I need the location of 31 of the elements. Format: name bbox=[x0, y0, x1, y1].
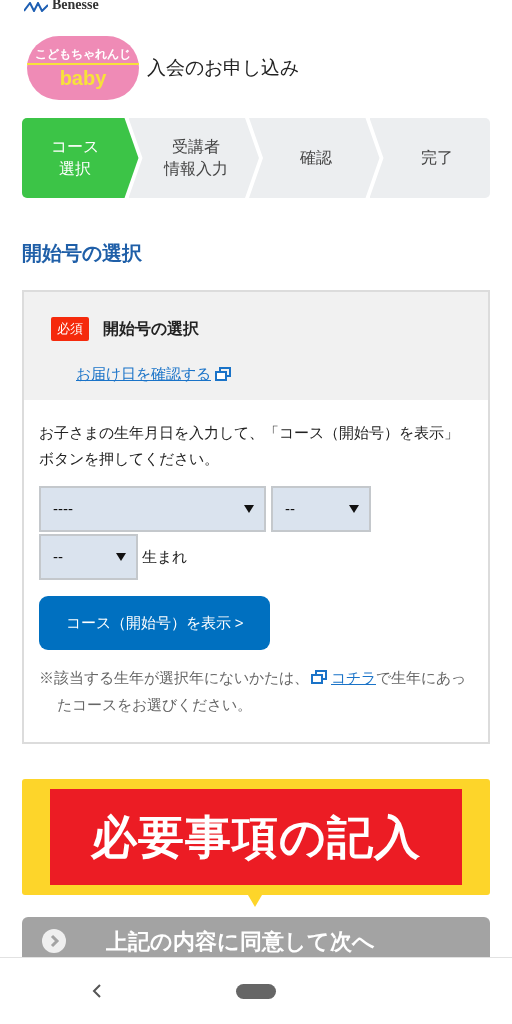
select-field[interactable]: -- bbox=[271, 486, 371, 532]
step-label: 選択 bbox=[59, 159, 92, 179]
step-label: 情報入力 bbox=[163, 159, 228, 179]
select-field[interactable]: -- bbox=[39, 534, 138, 580]
caret-icon bbox=[244, 504, 254, 514]
select-field[interactable]: ---- bbox=[39, 486, 266, 532]
step-label: 完了 bbox=[420, 148, 453, 168]
born-label: 生まれ bbox=[142, 546, 187, 567]
step-label: 受講者 bbox=[171, 137, 220, 157]
caret-icon bbox=[116, 552, 126, 562]
step-label: 確認 bbox=[300, 148, 333, 168]
delivery-date-link[interactable]: お届け日を確認する bbox=[76, 363, 211, 386]
field-title: 開始号の選択 bbox=[103, 319, 199, 339]
show-course-button[interactable]: コース（開始号）を表示 > bbox=[39, 596, 270, 650]
here-link[interactable]: コチラ bbox=[331, 669, 376, 686]
logo-subtitle: こどもちゃれんじ bbox=[35, 47, 131, 61]
logo-wordmark: baby bbox=[59, 67, 107, 89]
page-title: 入会のお申し込み bbox=[147, 55, 299, 80]
home-handle[interactable] bbox=[236, 983, 276, 999]
caret-icon bbox=[349, 504, 359, 514]
external-link-icon bbox=[215, 367, 231, 382]
back-icon[interactable] bbox=[92, 983, 102, 999]
external-link-icon bbox=[311, 670, 327, 684]
step-label: コース bbox=[51, 137, 100, 157]
instruction-text: お子さまの生年月日を入力して、「コース（開始号）を表示」ボタンを押してください。 bbox=[39, 423, 460, 469]
required-badge: 必須 bbox=[51, 317, 89, 341]
corporate-logo: Benesse bbox=[24, 0, 512, 14]
arrow-circle-icon bbox=[42, 929, 66, 953]
banner-text: 必要事項の記入 bbox=[91, 809, 421, 865]
section-heading: 開始号の選択 bbox=[22, 241, 143, 266]
note-text: ※該当する生年が選択年にないかたは、 コチラで生年にあったコースをお選びください。 bbox=[39, 668, 467, 715]
